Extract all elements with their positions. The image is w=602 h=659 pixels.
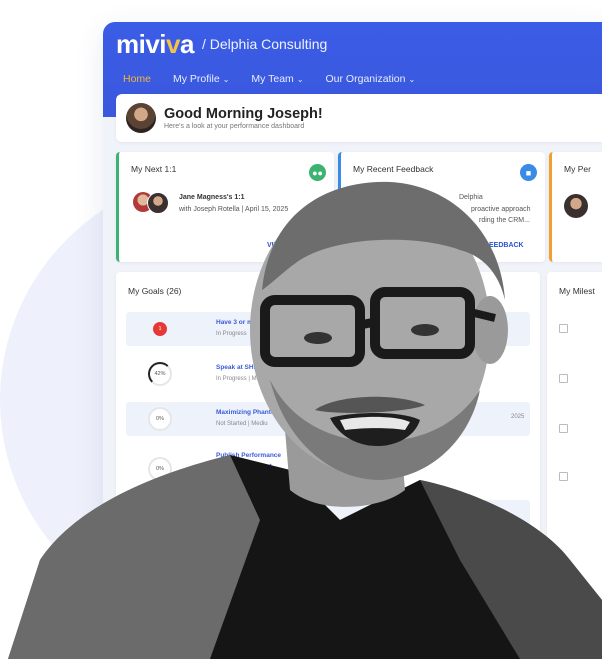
goal-title-line-2: Authority & Boost	[216, 463, 272, 470]
card-title: My Recent Feedback	[353, 164, 434, 174]
nav-my-team[interactable]: My Team ⌄	[251, 73, 303, 85]
milestone-checkbox[interactable]	[559, 324, 568, 333]
card-title: My Next 1:1	[131, 164, 177, 174]
goal-badge-label: 0%	[156, 466, 164, 472]
goal-progress-ring: 0%	[148, 457, 172, 481]
one-on-one-detail: with Joseph Rotella | April 15, 2025	[179, 206, 289, 213]
chevron-down-icon: ⌄	[222, 74, 230, 84]
greeting-banner: Good Morning Joseph! Here's a look at yo…	[116, 94, 602, 142]
chevron-down-icon: ⌄	[296, 74, 304, 84]
goal-title: Publish Performance	[216, 452, 282, 459]
card-title: My Per	[564, 164, 591, 174]
view-feedback-link[interactable]: EEDBACK	[489, 242, 524, 249]
nav-our-organization-label: Our Organization	[325, 73, 406, 85]
nav-home[interactable]: Home	[123, 73, 151, 85]
goal-title: Speak at SHRM	[216, 364, 264, 371]
avatar[interactable]	[126, 103, 156, 133]
goal-progress-ring: 0%	[148, 407, 172, 431]
org-name: / Delphia Consulting	[201, 36, 328, 52]
goal-status: Not Started | S	[216, 475, 256, 481]
next-one-on-one-card: My Next 1:1 ●● Jane Magness's 1:1 with J…	[116, 152, 334, 262]
goal-item[interactable]: 0%	[126, 500, 530, 534]
greeting-title: Good Morning Joseph!	[164, 106, 323, 122]
goal-item[interactable]: 1 Have 3 or more In Progress	[126, 312, 530, 346]
goal-badge-label: 1	[158, 326, 162, 332]
milestones-title: My Milest	[559, 286, 595, 296]
recent-feedback-card: My Recent Feedback ■ Delphia proactive a…	[338, 152, 545, 262]
nav-home-label: Home	[123, 73, 152, 85]
feedback-line-1: proactive approach	[471, 206, 531, 213]
avatar	[564, 194, 588, 218]
goal-title: Maximizing Phanto	[216, 409, 275, 416]
miviva-logo[interactable]: miviva	[116, 29, 194, 60]
goal-badge-label: 42%	[154, 371, 166, 377]
goal-badge-label: 0%	[156, 514, 164, 520]
goal-year: 2025	[511, 414, 525, 420]
goal-item[interactable]: 0% Publish Performance Authority & Boost…	[126, 447, 530, 491]
milestones-panel: My Milest	[547, 272, 602, 659]
goal-progress-ring: 0%	[148, 505, 172, 529]
main-nav: Home My Profile ⌄ My Team ⌄ Our Organizati…	[103, 66, 602, 92]
goals-panel: My Goals (26) 1 Have 3 or more In Progre…	[116, 272, 540, 659]
avatar	[147, 192, 169, 214]
goal-title: Have 3 or more	[216, 319, 263, 326]
chat-icon: ■	[520, 164, 537, 181]
goal-status: In Progress | Medi	[216, 376, 265, 382]
goal-item[interactable]: 0% Maximizing Phanto Not Started | Mediu…	[126, 402, 530, 436]
greeting-text: Good Morning Joseph! Here's a look at yo…	[164, 106, 323, 130]
nav-our-organization[interactable]: Our Organization ⌄	[326, 73, 416, 85]
nav-my-team-label: My Team	[251, 73, 294, 85]
feedback-line-2: rding the CRM...	[479, 217, 530, 224]
goal-progress-ring: 42%	[148, 362, 172, 386]
one-on-one-name: Jane Magness's 1:1	[179, 194, 245, 201]
goal-status: In Progress	[216, 331, 247, 337]
goal-item[interactable]: 42% Speak at SHRM In Progress | Medi	[126, 357, 530, 391]
app-window: miviva / Delphia Consulting Home My Prof…	[103, 22, 602, 659]
milestone-checkbox[interactable]	[559, 472, 568, 481]
brand-row: miviva / Delphia Consulting	[103, 22, 602, 66]
chevron-down-icon: ⌄	[408, 74, 416, 84]
feedback-from: Delphia	[459, 194, 483, 201]
milestone-checkbox[interactable]	[559, 374, 568, 383]
nav-my-profile[interactable]: My Profile ⌄	[173, 73, 229, 85]
performance-card: My Per	[549, 152, 602, 262]
goals-title: My Goals (26)	[128, 286, 182, 296]
greeting-subtitle: Here's a look at your performance dashbo…	[164, 123, 305, 130]
milestone-checkbox[interactable]	[559, 424, 568, 433]
goal-status: Not Started | Mediu	[216, 421, 268, 427]
goal-badge-label: 0%	[156, 416, 164, 422]
people-icon: ●●	[309, 164, 326, 181]
nav-my-profile-label: My Profile	[173, 73, 220, 85]
view-link[interactable]: VIEW A	[267, 242, 292, 249]
goal-badge: 1	[153, 322, 167, 336]
